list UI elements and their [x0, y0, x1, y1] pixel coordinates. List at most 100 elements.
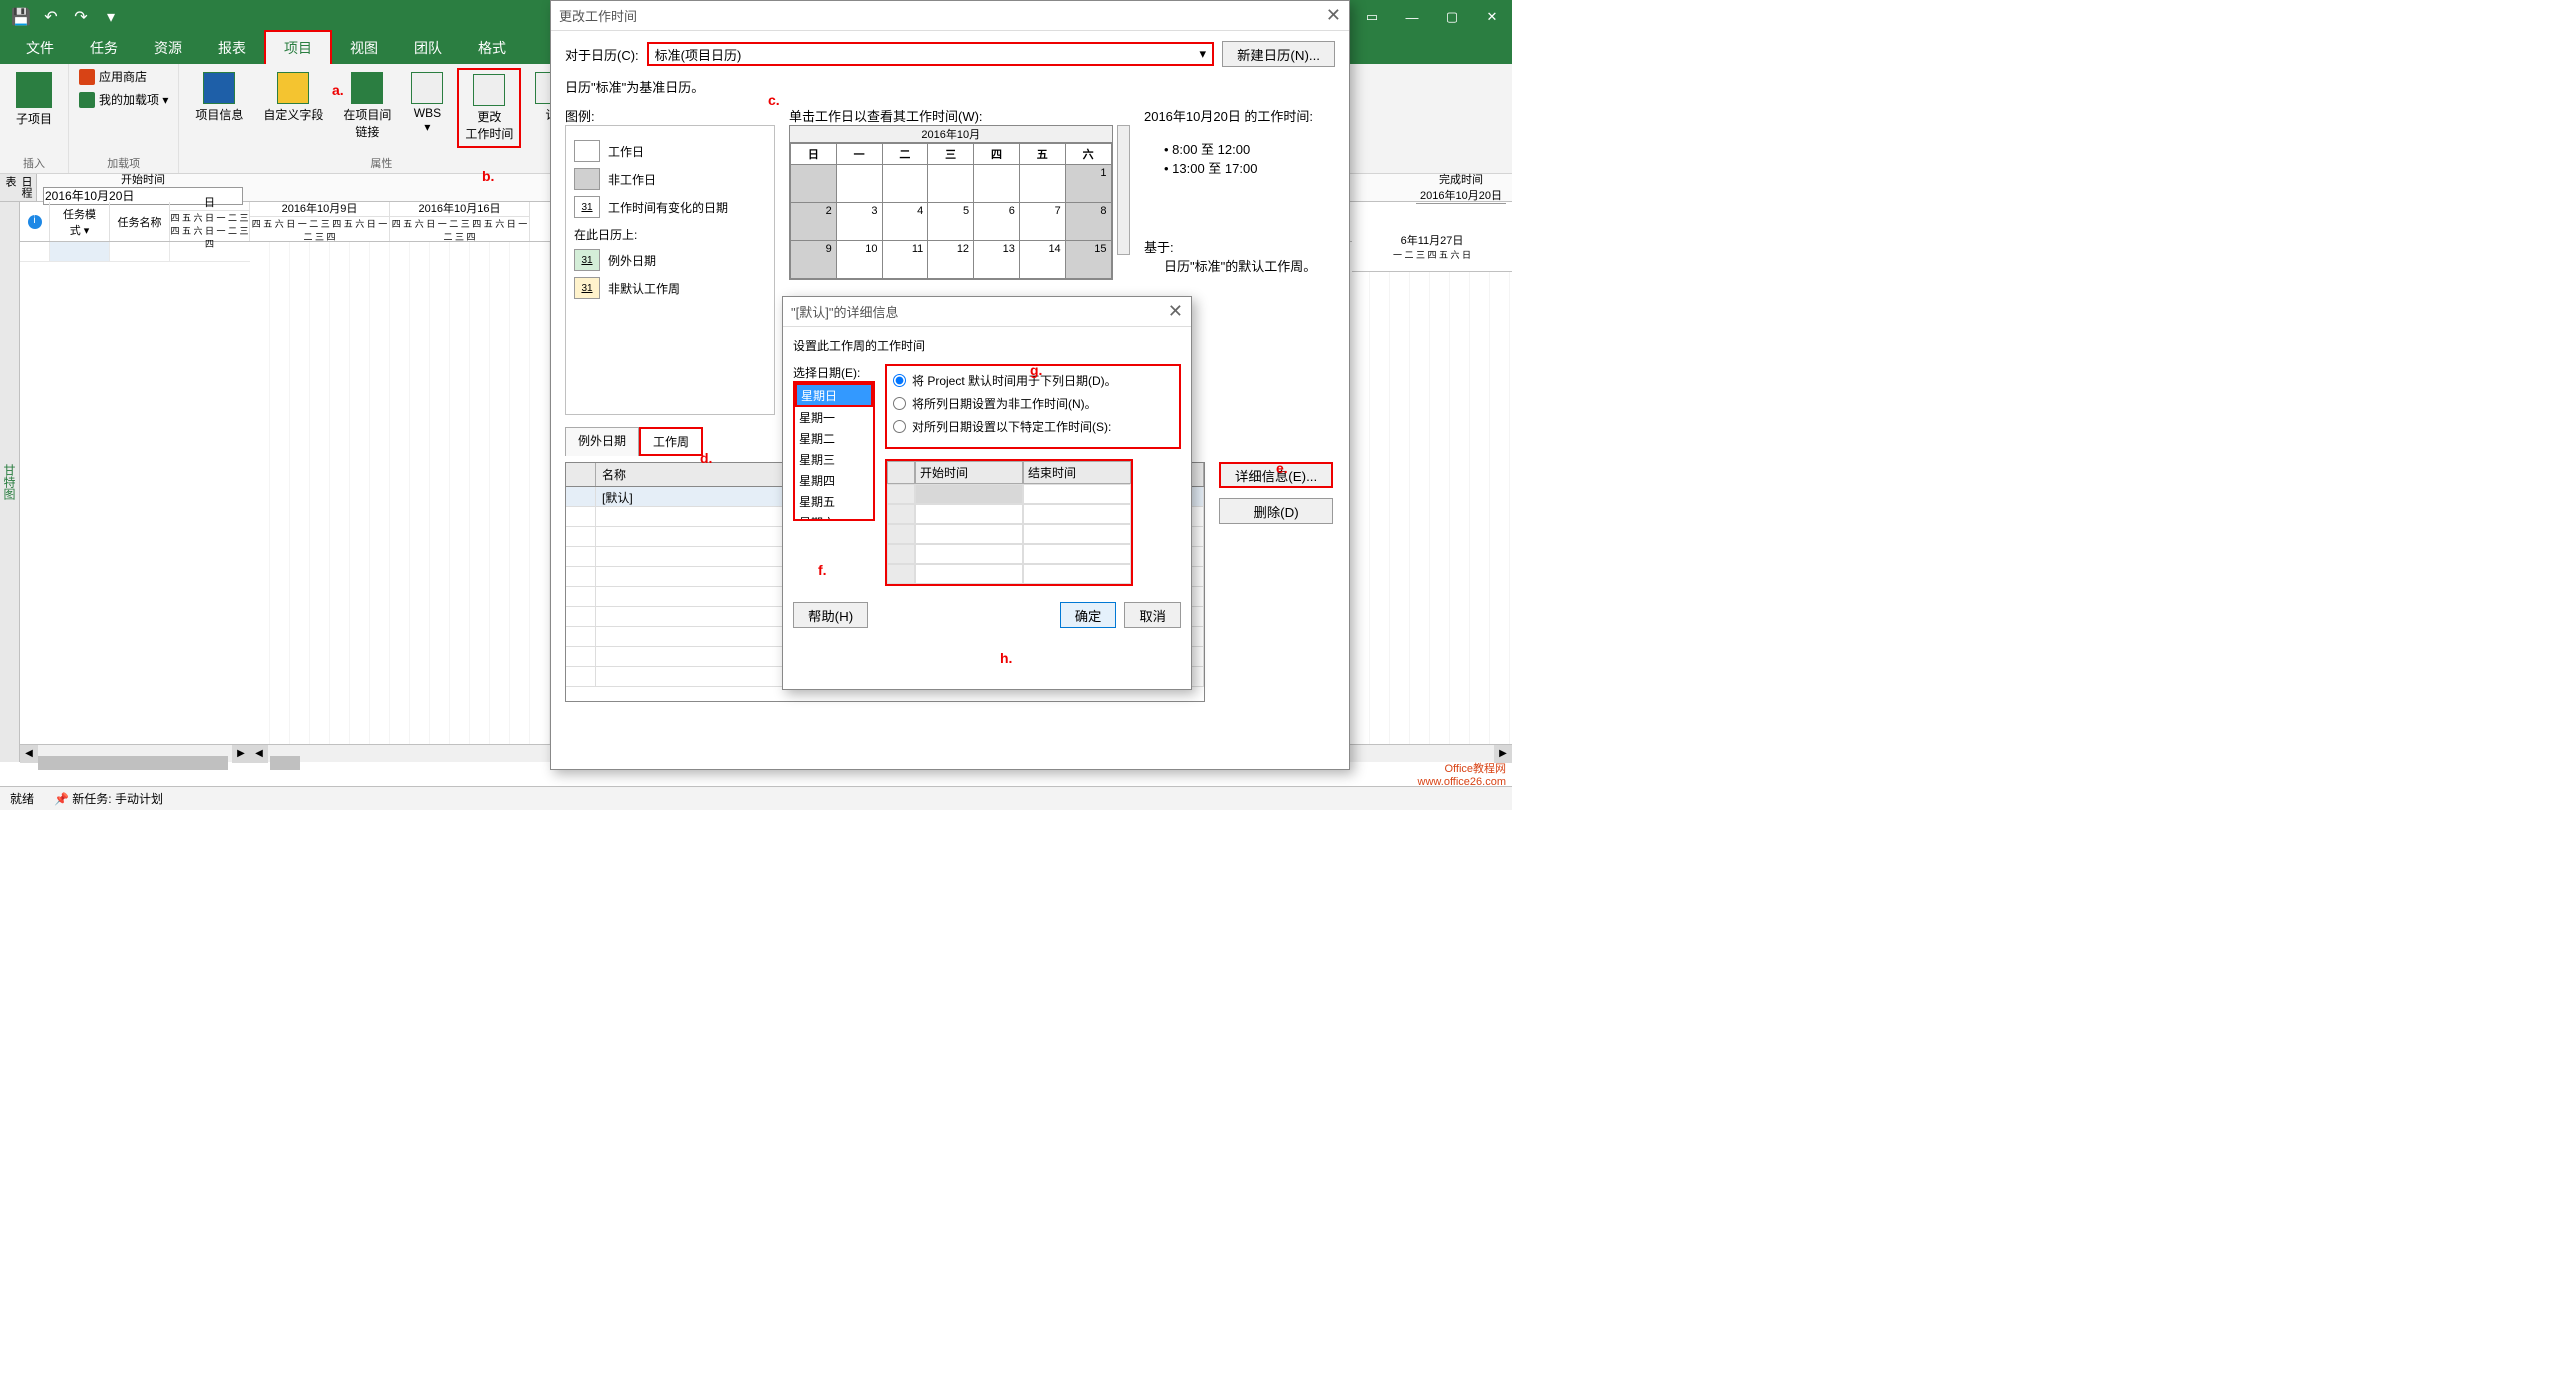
- tab-task[interactable]: 任务: [72, 32, 136, 64]
- close-button[interactable]: ✕: [1472, 0, 1512, 34]
- status-bar: 就绪 📌 新任务: 手动计划: [0, 786, 1512, 810]
- working-time-title: 2016年10月20日 的工作时间:: [1144, 106, 1335, 125]
- delete-button[interactable]: 删除(D): [1219, 498, 1333, 524]
- cancel-button[interactable]: 取消: [1124, 602, 1181, 628]
- radio-specific-time[interactable]: 对所列日期设置以下特定工作时间(S):: [893, 418, 1173, 435]
- for-calendar-label: 对于日历(C):: [565, 45, 639, 64]
- calendar-select[interactable]: 标准(项目日历)▾: [647, 42, 1214, 66]
- legend-work: 工作日: [608, 143, 644, 160]
- select-days-label: 选择日期(E):: [793, 364, 875, 381]
- my-addins-button[interactable]: 我的加载项 ▾: [79, 91, 168, 108]
- minimize-button[interactable]: —: [1392, 0, 1432, 34]
- task-mode-header[interactable]: 任务模 式 ▾: [50, 202, 110, 241]
- set-workweek-label: 设置此工作周的工作时间: [793, 337, 1181, 354]
- window-buttons: ▭ — ▢ ✕: [1352, 0, 1512, 34]
- custom-fields-button[interactable]: 自定义字段: [257, 68, 329, 127]
- save-icon[interactable]: 💾: [10, 7, 32, 27]
- redo-icon[interactable]: ↷: [70, 7, 92, 27]
- tab-project[interactable]: 项目: [264, 30, 332, 64]
- info-icon: i: [28, 215, 42, 229]
- day-thursday[interactable]: 星期四: [795, 470, 873, 491]
- tab-workweeks[interactable]: 工作周: [639, 427, 703, 456]
- custfields-label: 自定义字段: [263, 106, 323, 123]
- legend-except: 例外日期: [608, 252, 656, 269]
- qat-more-icon[interactable]: ▾: [100, 7, 122, 27]
- calendar-month: 2016年10月: [790, 126, 1112, 143]
- annotation-d: d.: [700, 450, 712, 466]
- maximize-button[interactable]: ▢: [1432, 0, 1472, 34]
- day-sunday[interactable]: 星期日: [795, 383, 873, 407]
- wbs-button[interactable]: WBS ▾: [405, 68, 449, 138]
- custfields-icon: [277, 72, 309, 104]
- legend-edited: 工作时间有变化的日期: [608, 199, 728, 216]
- legend-label: 图例:: [565, 106, 775, 125]
- week-header-1: 2016年10月9日四 五 六 日 一 二 三 四 五 六 日 一 二 三 四: [250, 202, 390, 241]
- task-name-header[interactable]: 任务名称: [110, 202, 170, 241]
- watermark: Office教程网 www.office26.com: [1418, 760, 1506, 788]
- chevron-down-icon: ▾: [1200, 46, 1207, 62]
- end-date-field: 完成时间 2016年10月20日: [1410, 171, 1512, 204]
- changewt-icon: [473, 74, 505, 106]
- ribbon-group-properties: 项目信息 自定义字段 在项目间 链接 WBS ▾ 更改 工作时间 计 属性: [179, 64, 584, 173]
- day-tuesday[interactable]: 星期二: [795, 428, 873, 449]
- tab-file[interactable]: 文件: [8, 32, 72, 64]
- addins-icon: [79, 92, 95, 108]
- project-info-button[interactable]: 项目信息: [189, 68, 249, 127]
- app-store-button[interactable]: 应用商店: [79, 68, 168, 85]
- dialog2-close-icon[interactable]: ✕: [1168, 301, 1183, 322]
- dialog2-title: "[默认]"的详细信息: [791, 302, 898, 321]
- changewt-label: 更改 工作时间: [465, 108, 513, 142]
- ribbon-group-addins: 应用商店 我的加载项 ▾ 加载项: [69, 64, 179, 173]
- dialog1-close-icon[interactable]: ✕: [1326, 5, 1341, 26]
- tab-report[interactable]: 报表: [200, 32, 264, 64]
- myaddins-label: 我的加载项 ▾: [99, 91, 168, 108]
- tab-exceptions[interactable]: 例外日期: [565, 427, 639, 456]
- dialog1-titlebar: 更改工作时间 ✕: [551, 1, 1349, 31]
- dialog2-titlebar: "[默认]"的详细信息 ✕: [783, 297, 1191, 327]
- left-scrollbar[interactable]: ◀▶: [20, 744, 250, 762]
- working-time-1: • 8:00 至 12:00: [1164, 139, 1335, 158]
- annotation-a: a.: [332, 82, 344, 98]
- mini-calendar[interactable]: 2016年10月 日一二三四五六 1 2345678 9101112131415: [789, 125, 1113, 280]
- links-button[interactable]: 在项目间 链接: [337, 68, 397, 144]
- store-label: 应用商店: [99, 68, 147, 85]
- new-calendar-button[interactable]: 新建日历(N)...: [1222, 41, 1335, 67]
- days-listbox[interactable]: 星期日 星期一 星期二 星期三 星期四 星期五 星期六: [793, 381, 875, 521]
- info-column-header: i: [20, 202, 50, 241]
- tab-format[interactable]: 格式: [460, 32, 524, 64]
- tab-view[interactable]: 视图: [332, 32, 396, 64]
- ribbon-group-insert: 子项目 插入: [0, 64, 69, 173]
- time-table[interactable]: 开始时间结束时间: [885, 459, 1133, 586]
- day-wednesday[interactable]: 星期三: [795, 449, 873, 470]
- radio-nonworking[interactable]: 将所列日期设置为非工作时间(N)。: [893, 395, 1173, 412]
- tab-resource[interactable]: 资源: [136, 32, 200, 64]
- legend-nondef: 非默认工作周: [608, 280, 680, 297]
- wbs-label: WBS ▾: [414, 106, 441, 134]
- undo-icon[interactable]: ↶: [40, 7, 62, 27]
- store-icon: [79, 69, 95, 85]
- links-label: 在项目间 链接: [343, 106, 391, 140]
- day-saturday[interactable]: 星期六: [795, 512, 873, 521]
- subproject-icon: [16, 72, 52, 108]
- select-days-section: 选择日期(E): 星期日 星期一 星期二 星期三 星期四 星期五 星期六: [793, 364, 875, 521]
- wbs-icon: [411, 72, 443, 104]
- ribbon-display-icon[interactable]: ▭: [1352, 0, 1392, 34]
- ok-button[interactable]: 确定: [1060, 602, 1117, 628]
- th-start: 开始时间: [915, 461, 1023, 484]
- week-header-right: 6年11月27日一 二 三 四 五 六 日: [1352, 232, 1512, 272]
- tab-team[interactable]: 团队: [396, 32, 460, 64]
- quick-access-toolbar: 💾 ↶ ↷ ▾: [0, 7, 132, 27]
- status-newtask[interactable]: 📌 新任务: 手动计划: [54, 790, 163, 807]
- day-monday[interactable]: 星期一: [795, 407, 873, 428]
- help-button[interactable]: 帮助(H): [793, 602, 868, 628]
- day-friday[interactable]: 星期五: [795, 491, 873, 512]
- legend-box: 工作日 非工作日 31工作时间有变化的日期 在此日历上: 31例外日期 31非默…: [565, 125, 775, 415]
- view-bar[interactable]: 甘特图: [0, 202, 20, 762]
- subproject-button[interactable]: 子项目: [10, 68, 58, 131]
- calendar-scrollbar[interactable]: [1117, 125, 1130, 255]
- annotation-f: f.: [818, 562, 827, 578]
- change-working-time-button[interactable]: 更改 工作时间: [457, 68, 521, 148]
- week-header-0: 日四 五 六 日 一 二 三 四 五 六 日 一 二 三 四: [170, 202, 250, 241]
- baseline-text: 日历"标准"为基准日历。: [565, 77, 1335, 96]
- group-label-props: 属性: [189, 153, 573, 173]
